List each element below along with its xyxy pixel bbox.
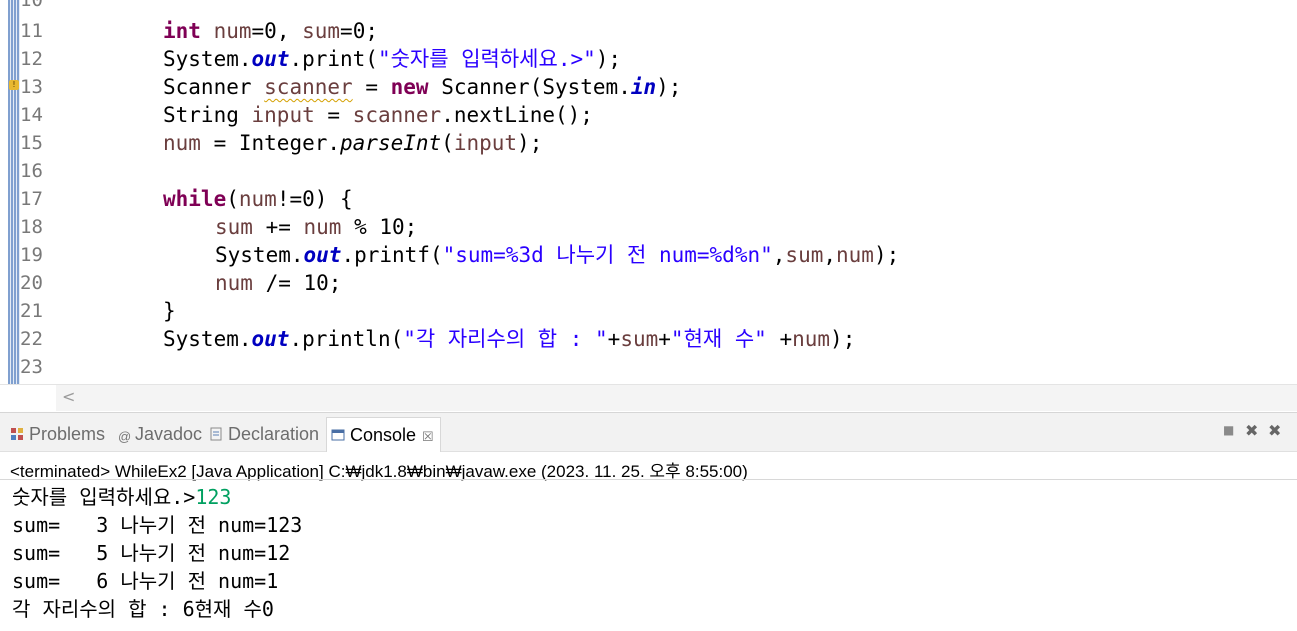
code-line: System.out.printf("sum=%3d 나누기 전 num=%d%… <box>215 243 900 267</box>
remove-all-terminated-icon[interactable]: ✖ <box>1268 421 1281 440</box>
line-number: 11 <box>20 20 43 42</box>
horizontal-scrollbar[interactable]: < <box>0 384 1297 411</box>
divider <box>0 479 1297 480</box>
code-line: String input = scanner.nextLine(); <box>163 103 593 127</box>
console-output[interactable]: 숫자를 입력하세요.>123 sum= 3 나누기 전 num=123 sum=… <box>12 483 302 623</box>
code-line: int num=0, sum=0; <box>163 19 378 43</box>
line-number: 22 <box>20 328 43 350</box>
line-number: 15 <box>20 132 43 154</box>
code-editor[interactable]: 10 11 12 13 14 15 16 17 18 19 20 21 22 2… <box>0 0 1297 384</box>
warning-icon[interactable]: ! <box>9 80 19 90</box>
terminate-icon[interactable]: ■ <box>1223 423 1234 437</box>
console-line: sum= 3 나누기 전 num=123 <box>12 513 303 537</box>
declaration-icon <box>209 418 223 441</box>
line-number: 19 <box>20 244 43 266</box>
code-line: while(num!=0) { <box>163 187 353 211</box>
stdin-input: 123 <box>195 485 232 509</box>
code-line: sum += num % 10; <box>215 215 418 239</box>
scroll-left-icon[interactable]: < <box>62 387 75 406</box>
code-line: num /= 10; <box>215 271 342 295</box>
line-number: 13 <box>20 76 43 98</box>
console-icon <box>331 419 345 441</box>
code-line: System.out.print("숫자를 입력하세요.>"); <box>163 47 622 71</box>
console-view: Problems @ Javadoc Declaration Console ☒ ■… <box>0 412 1297 631</box>
console-line: 각 자리수의 합 : 6현재 수0 <box>12 597 274 621</box>
line-number: 16 <box>20 160 43 182</box>
code-line: num = Integer.parseInt(input); <box>163 131 543 155</box>
problems-icon <box>10 418 24 440</box>
tab-declaration[interactable]: Declaration <box>209 417 319 451</box>
view-tab-bar: Problems @ Javadoc Declaration Console ☒ ■… <box>0 413 1297 452</box>
code-line: Scanner scanner = new Scanner(System.in)… <box>163 75 682 99</box>
console-line: sum= 6 나누기 전 num=1 <box>12 569 279 593</box>
line-number: 10 <box>20 0 43 11</box>
tab-problems[interactable]: Problems <box>10 417 105 451</box>
line-number: 17 <box>20 188 43 210</box>
line-number: 20 <box>20 272 43 294</box>
console-line: 숫자를 입력하세요.>123 <box>12 485 232 509</box>
line-number-gutter: 10 11 12 13 14 15 16 17 18 19 20 21 22 2… <box>0 0 56 384</box>
line-number: 21 <box>20 300 43 322</box>
tab-console[interactable]: Console ☒ <box>326 417 441 452</box>
line-number: 18 <box>20 216 43 238</box>
code-area[interactable]: int num=0, sum=0; System.out.print("숫자를 … <box>60 0 1290 384</box>
close-tab-icon[interactable]: ☒ <box>422 429 434 444</box>
change-ruler <box>8 0 20 384</box>
line-number: 14 <box>20 104 43 126</box>
code-line: System.out.println("각 자리수의 합 : "+sum+"현재… <box>163 327 856 351</box>
line-number: 12 <box>20 48 43 70</box>
gutter-spacer <box>0 385 56 411</box>
console-line: sum= 5 나누기 전 num=12 <box>12 541 291 565</box>
javadoc-icon: @ <box>118 429 132 444</box>
line-number: 23 <box>20 356 43 378</box>
remove-launch-icon[interactable]: ✖ <box>1245 421 1258 440</box>
tab-javadoc[interactable]: @ Javadoc <box>118 417 202 451</box>
code-line: } <box>163 299 176 323</box>
